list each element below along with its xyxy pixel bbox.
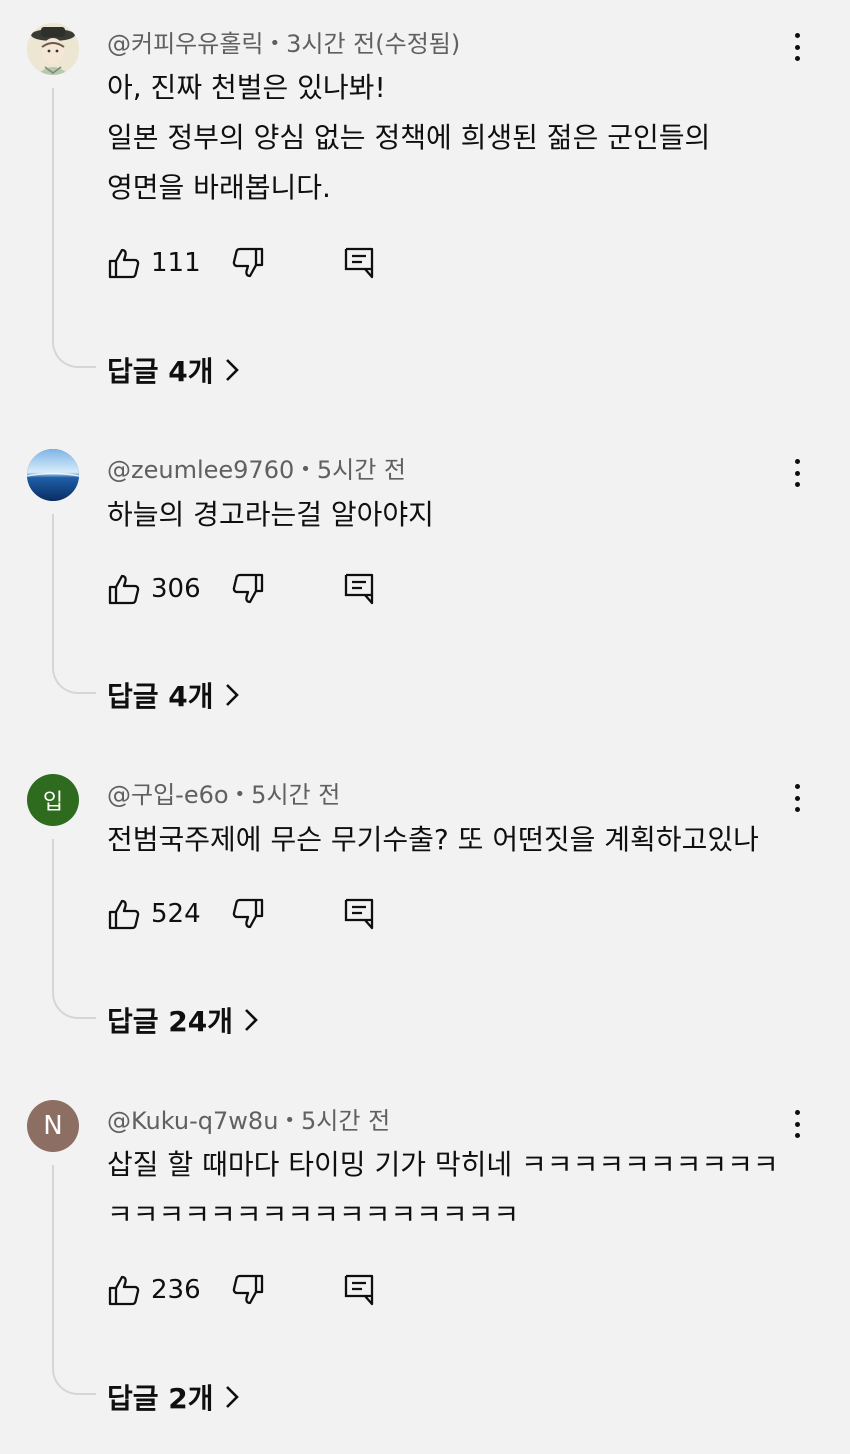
comment-meta: @zeumlee9760 • 5시간 전 [107,456,406,484]
avatar-sea-photo-icon [27,449,79,501]
thumbs-up-icon[interactable] [107,1273,141,1307]
comment-body-line: 삽질 할 때마다 타이밍 기가 막히네 ㅋㅋㅋㅋㅋㅋㅋㅋㅋㅋ [107,1148,779,1181]
replies-count-label: 답글 2개 [107,1382,214,1415]
chevron-right-icon [245,1009,258,1031]
author-handle[interactable]: @zeumlee9760 [107,456,294,484]
comment-actions: 236 [107,1273,387,1313]
view-replies-button[interactable]: 답글 4개 [107,350,240,390]
comment-thread: @zeumlee9760 • 5시간 전 하늘의 경고라는걸 알아야지 306 답글… [0,426,850,746]
replies-count-label: 답글 24개 [107,1005,233,1038]
comment-thread: N @Kuku-q7w8u • 5시간 전 삽질 할 때마다 타이밍 기가 막히네 … [0,1077,850,1454]
avatar-letter: 입 [42,790,64,815]
view-replies-button[interactable]: 답글 24개 [107,1000,259,1040]
thumbs-down-icon[interactable] [231,897,265,931]
comment-icon[interactable] [343,246,377,280]
author-handle[interactable]: @구입-e6o [107,781,229,809]
replies-count-label: 답글 4개 [107,680,214,713]
comment-thread: @커피우유홀릭 • 3시간 전(수정됨) 아, 진짜 천벌은 있나봐! 일본 정부의… [0,0,850,420]
comment-body-line: 아, 진짜 천벌은 있나봐! [107,71,386,104]
like-count: 524 [151,899,201,929]
like-count: 306 [151,574,201,604]
avatar[interactable]: 입 [27,774,79,826]
more-vert-icon[interactable] [785,30,809,64]
comment-time: 3시간 전(수정됨) [286,30,461,58]
view-replies-button[interactable]: 답글 4개 [107,675,240,715]
more-vert-icon[interactable] [785,781,809,815]
thumbs-up-icon[interactable] [107,246,141,280]
comment-icon[interactable] [343,572,377,606]
thread-connector [52,88,96,368]
comment-time: 5시간 전 [251,781,341,809]
comment-body-line: 영면을 바래봅니다. [107,171,331,204]
view-replies-button[interactable]: 답글 2개 [107,1377,240,1417]
chevron-right-icon [225,359,239,381]
thumbs-up-icon[interactable] [107,572,141,606]
comment-meta: @Kuku-q7w8u • 5시간 전 [107,1107,391,1135]
comment-actions: 524 [107,897,387,937]
comment-thread: 입 @구입-e6o • 5시간 전 전범국주제에 무슨 무기수출? 또 어떤짓을 계… [0,751,850,1071]
thumbs-up-icon[interactable] [107,897,141,931]
like-count: 236 [151,1275,201,1305]
thumbs-down-icon[interactable] [231,1273,265,1307]
avatar[interactable] [27,23,79,75]
comment-actions: 111 [107,246,387,286]
avatar-illustration-icon [27,23,79,75]
comment-body-line: 전범국주제에 무슨 무기수출? 또 어떤짓을 계획하고있나 [107,823,759,856]
author-handle[interactable]: @Kuku-q7w8u [107,1107,278,1135]
comment-time: 5시간 전 [301,1107,391,1135]
chevron-right-icon [225,1386,239,1408]
comment-body-line: 일본 정부의 양심 없는 정책에 희생된 젊은 군인들의 [107,121,711,154]
more-vert-icon[interactable] [785,1107,809,1141]
avatar[interactable] [27,449,79,501]
comment-meta: @구입-e6o • 5시간 전 [107,781,341,809]
comment-meta: @커피우유홀릭 • 3시간 전(수정됨) [107,30,461,58]
thread-connector [52,514,96,694]
replies-count-label: 답글 4개 [107,355,214,388]
thread-connector [52,1165,96,1395]
chevron-right-icon [225,684,239,706]
avatar[interactable]: N [27,1100,79,1152]
comment-body-line: 하늘의 경고라는걸 알아야지 [107,498,434,531]
thumbs-down-icon[interactable] [231,246,265,280]
comment-time: 5시간 전 [316,456,406,484]
comment-body-line: ㅋㅋㅋㅋㅋㅋㅋㅋㅋㅋㅋㅋㅋㅋㅋㅋ [107,1198,520,1231]
author-handle[interactable]: @커피우유홀릭 [107,30,263,58]
comment-actions: 306 [107,572,387,612]
thread-connector [52,839,96,1019]
like-count: 111 [151,248,201,278]
more-vert-icon[interactable] [785,456,809,490]
comment-icon[interactable] [343,897,377,931]
thumbs-down-icon[interactable] [231,572,265,606]
avatar-letter: N [43,1111,63,1141]
comment-icon[interactable] [343,1273,377,1307]
